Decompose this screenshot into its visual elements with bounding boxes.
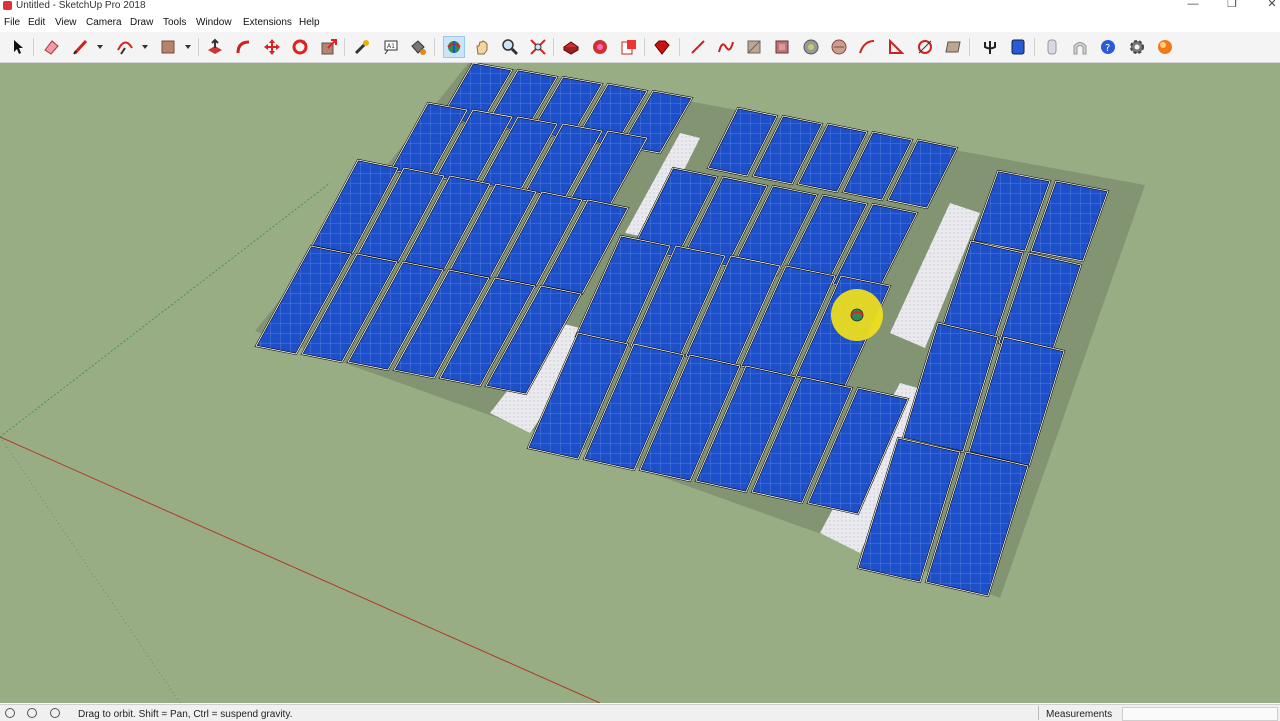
menu-file[interactable]: File xyxy=(4,17,20,28)
smoove-icon[interactable] xyxy=(801,37,821,57)
rectangle-dropdown-icon[interactable] xyxy=(185,45,191,49)
follow-me-icon[interactable] xyxy=(234,37,254,57)
window-title: Untitled - SketchUp Pro 2018 xyxy=(16,0,146,11)
warehouse-icon[interactable] xyxy=(561,37,581,57)
eraser-icon[interactable] xyxy=(41,37,61,57)
tape-measure-icon[interactable] xyxy=(352,37,372,57)
pencil-dropdown-icon[interactable] xyxy=(97,45,103,49)
menu-extensions[interactable]: Extensions xyxy=(243,17,292,28)
solid-tools-icon[interactable] xyxy=(1008,37,1028,57)
draft-icon[interactable] xyxy=(943,37,963,57)
orbit-icon[interactable] xyxy=(443,36,465,58)
layout-icon[interactable] xyxy=(619,37,639,57)
select-icon[interactable] xyxy=(8,37,28,57)
move-icon[interactable] xyxy=(262,37,282,57)
close-button[interactable]: ✕ xyxy=(1254,0,1280,13)
settings-icon[interactable] xyxy=(1127,37,1147,57)
measurements-field[interactable] xyxy=(1122,707,1278,721)
text-icon[interactable]: A1 xyxy=(381,37,401,57)
measurements-label: Measurements xyxy=(1046,709,1113,720)
bezier-icon[interactable] xyxy=(716,37,736,57)
stamp-icon[interactable] xyxy=(772,37,792,57)
menu-help[interactable]: Help xyxy=(299,17,320,28)
drape-icon[interactable] xyxy=(829,37,849,57)
flip-edge-icon[interactable] xyxy=(886,37,906,57)
menu-camera[interactable]: Camera xyxy=(86,17,122,28)
arc-icon[interactable] xyxy=(115,37,135,57)
ruby-icon[interactable] xyxy=(652,37,672,57)
section-cut-icon[interactable] xyxy=(915,37,935,57)
rotate-icon[interactable] xyxy=(290,37,310,57)
push-pull-icon[interactable] xyxy=(205,37,225,57)
main-toolbar: A1 ? xyxy=(0,32,1280,63)
paint-bucket-icon[interactable] xyxy=(408,37,428,57)
help-icon[interactable]: ? xyxy=(1098,37,1118,57)
model-viewport[interactable] xyxy=(0,63,1280,703)
menu-edit[interactable]: Edit xyxy=(28,17,45,28)
geo-location-icon[interactable] xyxy=(5,708,15,718)
sketchup-logo-icon xyxy=(3,1,12,10)
pencil-icon[interactable] xyxy=(71,37,91,57)
menu-draw[interactable]: Draw xyxy=(130,17,153,28)
status-hint: Drag to orbit. Shift = Pan, Ctrl = suspe… xyxy=(78,709,293,720)
extension-warehouse-icon[interactable] xyxy=(590,37,610,57)
render-icon[interactable] xyxy=(1155,37,1175,57)
menu-bar: File Edit View Camera Draw Tools Window … xyxy=(0,14,1280,32)
tag-icon[interactable] xyxy=(1042,37,1062,57)
solar-north-icon[interactable] xyxy=(980,37,1000,57)
freehand-line-icon[interactable] xyxy=(688,37,708,57)
scale-icon[interactable] xyxy=(319,37,339,57)
solar-panel-array-model xyxy=(0,63,1145,703)
orbit-cursor-icon xyxy=(850,308,864,322)
credits-icon[interactable] xyxy=(27,708,37,718)
minimize-button[interactable]: — xyxy=(1175,0,1211,13)
restore-button[interactable]: ❐ xyxy=(1214,0,1250,13)
zoom-extents-icon[interactable] xyxy=(528,37,548,57)
add-detail-icon[interactable] xyxy=(857,37,877,57)
svg-text:A1: A1 xyxy=(387,43,395,50)
svg-text:?: ? xyxy=(1105,43,1110,54)
sandbox-grid-icon[interactable] xyxy=(744,37,764,57)
arc-dropdown-icon[interactable] xyxy=(142,45,148,49)
zoom-icon[interactable] xyxy=(500,37,520,57)
user-icon[interactable] xyxy=(50,708,60,718)
menu-view[interactable]: View xyxy=(55,17,77,28)
menu-window[interactable]: Window xyxy=(196,17,232,28)
menu-tools[interactable]: Tools xyxy=(163,17,186,28)
pan-icon[interactable] xyxy=(472,37,492,57)
status-bar: Drag to orbit. Shift = Pan, Ctrl = suspe… xyxy=(0,704,1280,721)
rectangle-icon[interactable] xyxy=(158,37,178,57)
arch-icon[interactable] xyxy=(1070,37,1090,57)
title-bar: Untitled - SketchUp Pro 2018 — ❐ ✕ xyxy=(0,0,1280,14)
